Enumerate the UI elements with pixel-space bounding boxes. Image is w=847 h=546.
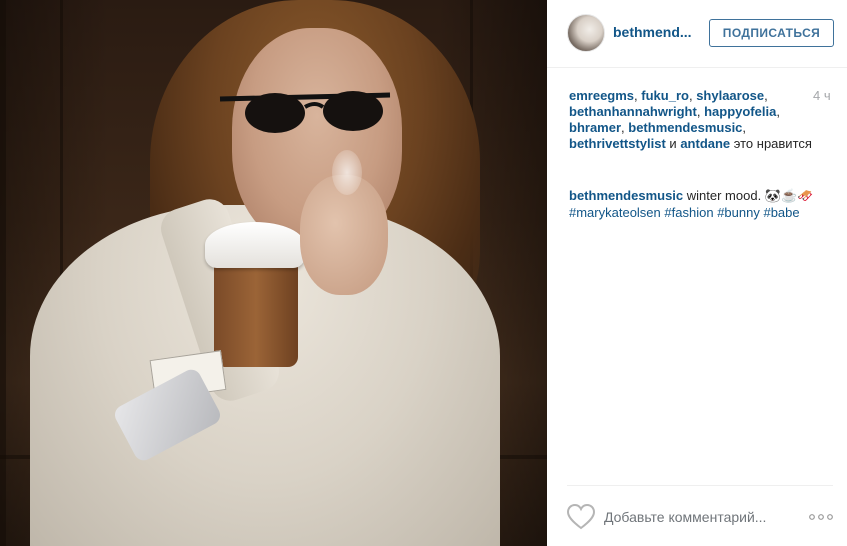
post-timestamp: 4 ч (813, 88, 831, 103)
hashtag-link[interactable]: #fashion (664, 205, 713, 220)
post-details-panel: bethmend... ПОДПИСАТЬСЯ emreegms, fuku_r… (547, 0, 847, 546)
like-user-link[interactable]: fuku_ro (641, 88, 689, 103)
like-user-link[interactable]: bethmendesmusic (628, 120, 742, 135)
like-user-link[interactable]: bethrivettstylist (569, 136, 666, 151)
comment-input[interactable]: Добавьте комментарий... (604, 509, 766, 525)
hashtag-link[interactable]: #marykateolsen (569, 205, 661, 220)
like-user-link[interactable]: shylaarose (696, 88, 764, 103)
heart-icon[interactable] (567, 504, 595, 530)
post-photo[interactable] (0, 0, 547, 546)
separator: , (776, 104, 780, 119)
like-user-link[interactable]: antdane (680, 136, 730, 151)
background-edge (0, 0, 6, 546)
post-caption: bethmendesmusic winter mood. 🐼☕🛷 #maryka… (569, 187, 829, 221)
comment-row: Добавьте комментарий... (567, 504, 837, 530)
avatar[interactable] (567, 14, 605, 52)
post-header: bethmend... ПОДПИСАТЬСЯ (547, 0, 847, 68)
separator: , (696, 104, 705, 119)
and-word: и (665, 136, 681, 151)
separator: , (742, 120, 747, 135)
likes-suffix: это нравится (730, 136, 812, 151)
coffee-lid-shape (205, 222, 305, 268)
caption-author-link[interactable]: bethmendesmusic (569, 188, 683, 203)
coffee-cup-shape (214, 262, 298, 367)
follow-button[interactable]: ПОДПИСАТЬСЯ (709, 19, 834, 47)
hashtag-link[interactable]: #bunny (717, 205, 760, 220)
hashtag-link[interactable]: #babe (763, 205, 799, 220)
divider (567, 485, 833, 486)
like-user-link[interactable]: happyofelia (704, 104, 776, 119)
sunglasses-shape (219, 91, 391, 133)
like-user-link[interactable]: bethanhannahwright (569, 104, 697, 119)
more-options-icon[interactable] (809, 514, 833, 520)
smoke-shape (332, 150, 362, 195)
caption-text: winter mood. 🐼☕🛷 (683, 188, 814, 203)
likes-list: emreegms, fuku_ro, shylaarose, bethanhann… (569, 88, 819, 152)
username-link[interactable]: bethmend... (613, 24, 692, 40)
separator: , (764, 88, 768, 103)
like-user-link[interactable]: bhramer (569, 120, 621, 135)
like-user-link[interactable]: emreegms (569, 88, 634, 103)
